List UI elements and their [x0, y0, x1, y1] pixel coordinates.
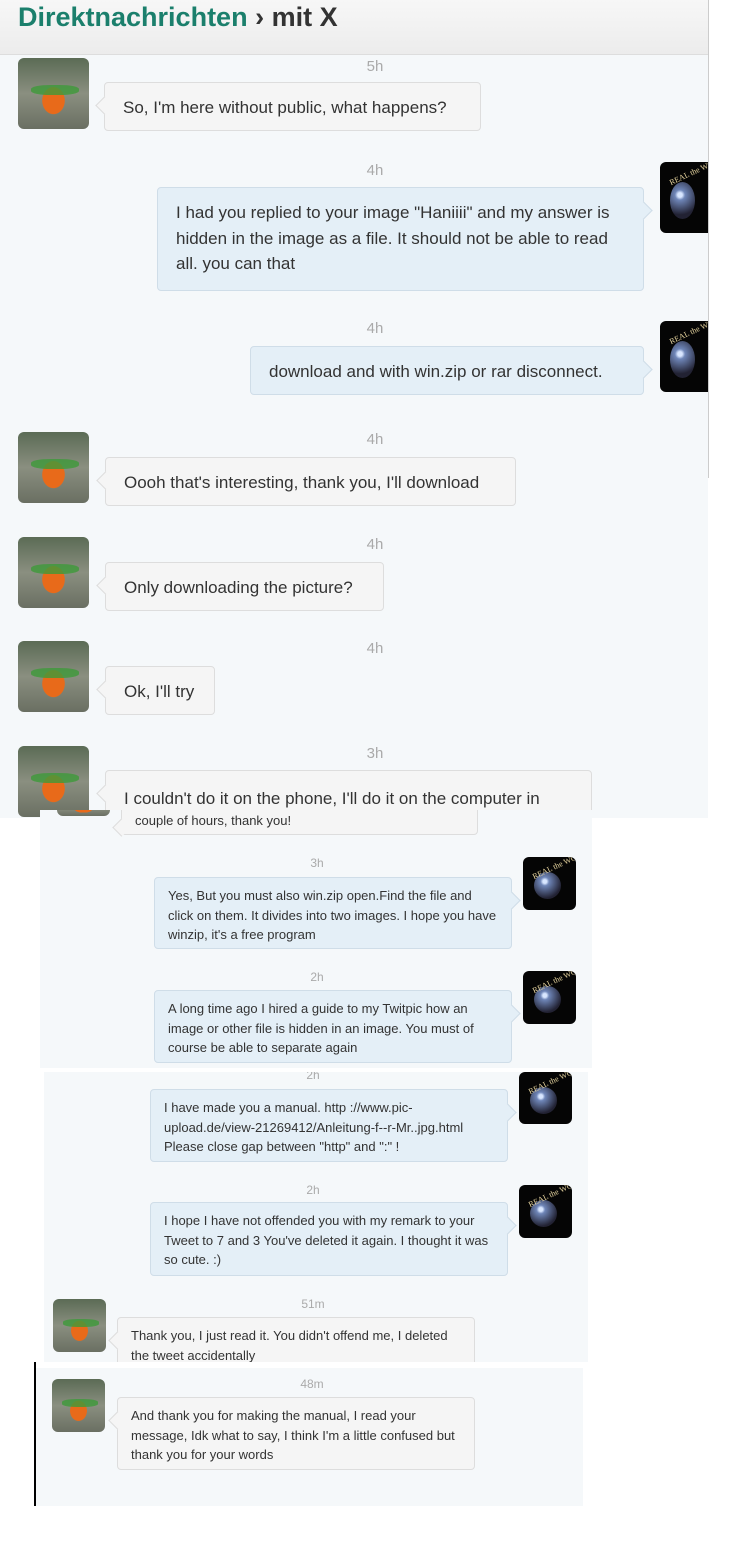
message-bubble: A long time ago I hired a guide to my Tw…	[154, 990, 512, 1063]
my-avatar[interactable]	[523, 971, 576, 1024]
my-avatar[interactable]	[660, 162, 708, 233]
message-bubble: And thank you for making the manual, I r…	[117, 1397, 475, 1470]
my-avatar[interactable]	[523, 857, 576, 910]
message-timestamp: 4h	[366, 162, 384, 179]
sender-avatar[interactable]	[53, 1299, 106, 1352]
sender-avatar[interactable]	[18, 641, 89, 712]
message-timestamp: 2h	[306, 1183, 320, 1197]
message-bubble: Oooh that's interesting, thank you, I'll…	[105, 457, 516, 506]
message-timestamp: 4h	[366, 640, 384, 657]
message-timestamp: 48m	[300, 1377, 324, 1391]
message-timestamp: 4h	[366, 536, 384, 553]
message-timestamp: 2h	[306, 1072, 320, 1082]
message-timestamp: 3h	[310, 856, 324, 870]
message-timestamp: 2h	[310, 970, 324, 984]
my-avatar[interactable]	[519, 1072, 572, 1124]
dm-panel-4: 48m And thank you for making the manual,…	[36, 1368, 583, 1506]
sender-avatar[interactable]	[18, 58, 89, 129]
sender-avatar[interactable]	[57, 810, 110, 816]
message-bubble: Ok, I'll try	[105, 666, 215, 715]
my-avatar[interactable]	[519, 1185, 572, 1238]
sender-avatar[interactable]	[18, 537, 89, 608]
dm-panel-2: couple of hours, thank you! 3h Yes, But …	[40, 810, 592, 1068]
sender-avatar[interactable]	[52, 1379, 105, 1432]
my-avatar[interactable]	[660, 321, 708, 392]
message-timestamp: 51m	[301, 1297, 325, 1311]
dm-panel-1: Direktnachrichten › mit X 5h So, I'm her…	[0, 0, 708, 818]
message-bubble: download and with win.zip or rar disconn…	[250, 346, 644, 395]
message-timestamp: 3h	[366, 745, 384, 762]
message-timestamp: 4h	[366, 431, 384, 448]
direct-messages-link[interactable]: Direktnachrichten	[18, 2, 248, 32]
conversation-partner: › mit X	[255, 2, 338, 32]
dm-panel-3: 2h I have made you a manual. http ://www…	[44, 1072, 588, 1362]
divider-line	[708, 0, 709, 478]
message-bubble: Only downloading the picture?	[105, 562, 384, 611]
message-bubble: I have made you a manual. http ://www.pi…	[150, 1089, 508, 1162]
divider-line	[34, 1362, 36, 1506]
message-timestamp: 5h	[366, 58, 384, 75]
sender-avatar[interactable]	[18, 746, 89, 817]
sender-avatar[interactable]	[18, 432, 89, 503]
message-timestamp: 4h	[366, 320, 384, 337]
message-bubble: I hope I have not offended you with my r…	[150, 1202, 508, 1276]
page-title: Direktnachrichten › mit X	[18, 2, 338, 33]
message-bubble: Thank you, I just read it. You didn't of…	[117, 1317, 475, 1362]
message-bubble: So, I'm here without public, what happen…	[104, 82, 481, 131]
message-bubble: I had you replied to your image "Haniiii…	[157, 187, 644, 291]
message-bubble: Yes, But you must also win.zip open.Find…	[154, 877, 512, 949]
conversation-header: Direktnachrichten › mit X	[0, 0, 708, 55]
message-bubble: couple of hours, thank you!	[121, 810, 478, 835]
